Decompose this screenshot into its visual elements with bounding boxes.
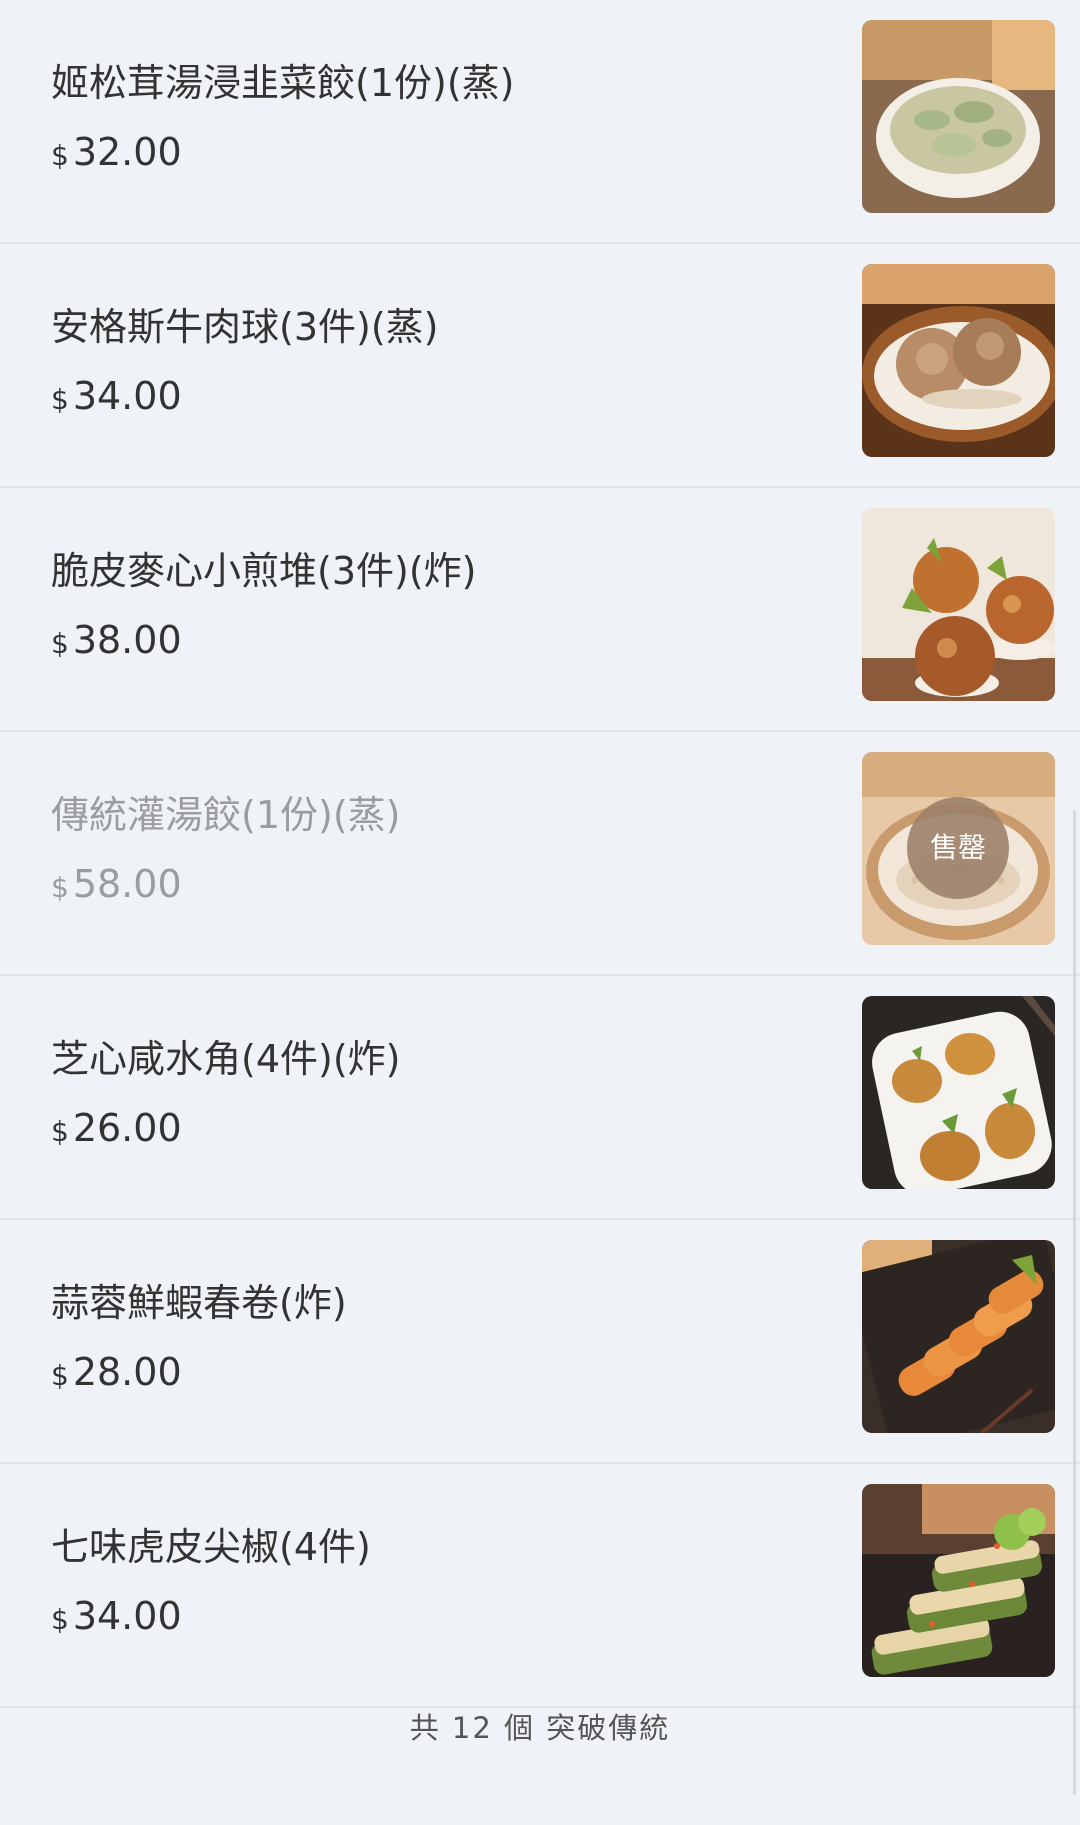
item-photo[interactable] [862,996,1055,1189]
item-price: $28.00 [51,1346,182,1402]
item-price: $32.00 [51,126,182,182]
currency-symbol: $ [51,1603,69,1636]
price-value: 38.00 [72,618,182,662]
item-photo[interactable] [862,264,1055,457]
item-price: $26.00 [51,1102,182,1158]
item-name: 脆皮麥心小煎堆(3件)(炸) [51,549,477,593]
item-price: $34.00 [51,1590,182,1646]
item-price: $34.00 [51,370,182,426]
item-photo[interactable]: 售罄 [862,752,1055,945]
menu-item[interactable]: 傳統灌湯餃(1份)(蒸) $58.00 售罄 [0,732,1080,976]
item-photo[interactable] [862,20,1055,213]
item-name: 傳統灌湯餃(1份)(蒸) [51,793,401,837]
price-value: 34.00 [72,1594,182,1638]
item-name: 蒜蓉鮮蝦春卷(炸) [51,1281,347,1325]
menu-item[interactable]: 安格斯牛肉球(3件)(蒸) $34.00 [0,244,1080,488]
sold-out-badge: 售罄 [907,797,1009,899]
currency-symbol: $ [51,871,69,904]
price-value: 32.00 [72,130,182,174]
currency-symbol: $ [51,139,69,172]
menu-item[interactable]: 脆皮麥心小煎堆(3件)(炸) $38.00 [0,488,1080,732]
item-name: 七味虎皮尖椒(4件) [51,1525,371,1569]
price-value: 26.00 [72,1106,182,1150]
currency-symbol: $ [51,1115,69,1148]
item-photo[interactable] [862,508,1055,701]
menu-item[interactable]: 姬松茸湯浸韭菜餃(1份)(蒸) $32.00 [0,0,1080,244]
menu-item[interactable]: 七味虎皮尖椒(4件) $34.00 [0,1464,1080,1708]
item-price: $38.00 [51,614,182,670]
item-name: 芝心咸水角(4件)(炸) [51,1037,401,1081]
currency-symbol: $ [51,383,69,416]
currency-symbol: $ [51,627,69,660]
item-photo[interactable] [862,1240,1055,1433]
item-name: 安格斯牛肉球(3件)(蒸) [51,305,439,349]
item-name: 姬松茸湯浸韭菜餃(1份)(蒸) [51,61,515,105]
item-price: $58.00 [51,858,182,914]
price-value: 28.00 [72,1350,182,1394]
list-footer-count: 共 12 個 突破傳統 [409,1711,671,1745]
menu-item[interactable]: 芝心咸水角(4件)(炸) $26.00 [0,976,1080,1220]
price-value: 34.00 [72,374,182,418]
currency-symbol: $ [51,1359,69,1392]
scrollbar[interactable] [1073,810,1076,1795]
menu-item[interactable]: 蒜蓉鮮蝦春卷(炸) $28.00 [0,1220,1080,1464]
price-value: 58.00 [72,862,182,906]
item-photo[interactable] [862,1484,1055,1677]
menu-list: 姬松茸湯浸韭菜餃(1份)(蒸) $32.00 安格斯牛肉球(3件)(蒸) $34… [0,0,1080,1708]
